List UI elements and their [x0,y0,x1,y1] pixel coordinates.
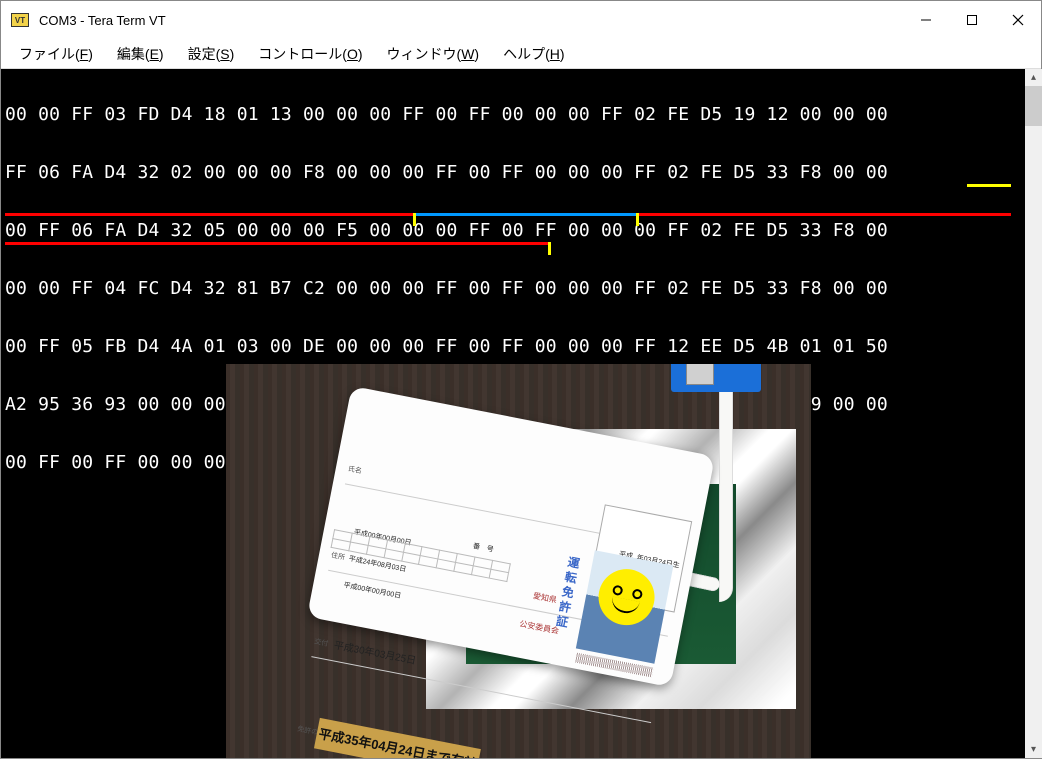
scroll-up-icon[interactable]: ▴ [1025,69,1042,86]
menu-file[interactable]: ファイル(F) [7,40,105,68]
menu-setup[interactable]: 設定(S) [176,40,247,68]
highlight-yellow [548,242,551,255]
highlight-yellow [967,184,1011,187]
chip-icon [686,364,714,385]
terminal-area[interactable]: 00 00 FF 03 FD D4 18 01 13 00 00 00 FF 0… [1,69,1041,758]
hex-line: 00 00 FF 03 FD D4 18 01 13 00 00 00 FF 0… [5,100,1037,129]
scroll-down-icon[interactable]: ▾ [1025,741,1042,758]
card-photo [576,550,674,663]
hex-line: 00 FF 05 FB D4 4A 01 03 00 DE 00 00 00 F… [5,332,1037,361]
highlight-blue [416,213,636,216]
menu-edit[interactable]: 編集(E) [105,40,176,68]
highlight-red [5,213,413,216]
scroll-track[interactable] [1025,86,1042,741]
app-icon: VT [11,13,29,27]
app-window: VT COM3 - Tera Term VT ファイル(F) 編集(E) 設定(… [0,0,1042,759]
menu-help[interactable]: ヘルプ(H) [491,40,576,68]
window-title: COM3 - Tera Term VT [39,13,903,28]
minimize-button[interactable] [903,1,949,39]
maximize-button[interactable] [949,1,995,39]
menubar: ファイル(F) 編集(E) 設定(S) コントロール(O) ウィンドウ(W) ヘ… [1,39,1041,69]
titlebar[interactable]: VT COM3 - Tera Term VT [1,1,1041,39]
scroll-thumb[interactable] [1025,86,1042,126]
close-button[interactable] [995,1,1041,39]
highlight-red [5,242,548,245]
vertical-scrollbar[interactable]: ▴ ▾ [1025,69,1042,758]
menu-window[interactable]: ウィンドウ(W) [375,40,492,68]
smiley-face-icon [594,564,660,630]
flat-cable [719,392,733,602]
menu-control[interactable]: コントロール(O) [246,40,374,68]
hex-line: FF 06 FA D4 32 02 00 00 00 F8 00 00 00 F… [5,158,1037,187]
nfc-reader-module [671,364,761,392]
card-expiry: 平成35年04月24日まで有効 [314,718,481,758]
highlight-red [639,213,1011,216]
hex-line: 00 00 FF 04 FC D4 32 81 B7 C2 00 00 00 F… [5,274,1037,303]
hex-line: 00 FF 06 FA D4 32 05 00 00 00 F5 00 00 0… [5,216,1037,245]
card-issue-date: 平成30年03月25日 [331,631,418,675]
embedded-photo: 氏名 住所 交付平成30年03月25日 免許の 平成35年04月24日まで有効 … [226,364,811,758]
